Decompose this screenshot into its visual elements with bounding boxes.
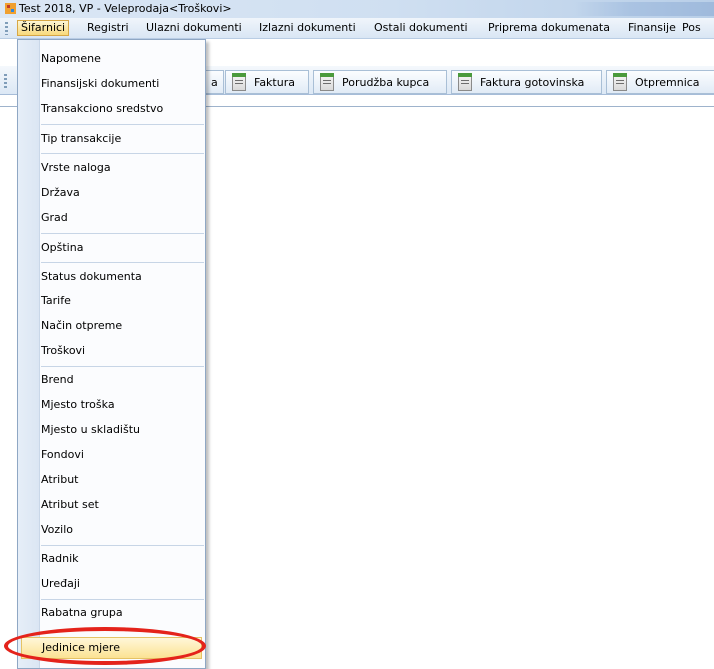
toolbar-button-label: Faktura gotovinska	[480, 75, 585, 89]
menu-separator	[41, 366, 204, 367]
toolbar-button-porudzba-kupca[interactable]: Porudžba kupca	[313, 70, 447, 94]
menu-sifarnici[interactable]: Šifarnici	[17, 20, 70, 36]
menu-item-radnik[interactable]: Radnik	[41, 548, 79, 570]
menu-ulazni-dokumenti[interactable]: Ulazni dokumenti	[144, 20, 244, 36]
menu-priprema-dokumenata[interactable]: Priprema dokumenata	[486, 20, 612, 36]
window-title: Test 2018, VP - Veleprodaja<Troškovi>	[19, 2, 232, 15]
menu-item-atribut-set[interactable]: Atribut set	[41, 494, 99, 516]
toolbar-grip[interactable]	[4, 74, 7, 88]
toolbar-button-faktura[interactable]: Faktura	[225, 70, 309, 94]
title-bar: Test 2018, VP - Veleprodaja<Troškovi>	[0, 0, 714, 18]
toolbar-button-label: Porudžba kupca	[342, 75, 430, 89]
document-icon	[320, 73, 334, 91]
menu-item-nacin-otpreme[interactable]: Način otpreme	[41, 315, 122, 337]
menu-item-opstina[interactable]: Opština	[41, 237, 83, 259]
menu-separator	[41, 153, 204, 154]
toolbar-button-otpremnica[interactable]: Otpremnica	[606, 70, 714, 94]
document-icon	[458, 73, 472, 91]
menu-pos[interactable]: Pos	[680, 20, 703, 36]
menu-item-mjesto-troska[interactable]: Mjesto troška	[41, 394, 115, 416]
toolbar-button-label: Faktura	[254, 75, 295, 89]
menu-separator	[41, 124, 204, 125]
menu-item-vrste-naloga[interactable]: Vrste naloga	[41, 157, 111, 179]
document-icon	[613, 73, 627, 91]
menu-item-vozilo[interactable]: Vozilo	[41, 519, 73, 541]
menu-item-atribut[interactable]: Atribut	[41, 469, 79, 491]
menu-item-rabatna-grupa[interactable]: Rabatna grupa	[41, 602, 123, 624]
menu-separator	[41, 262, 204, 263]
menu-separator	[41, 599, 204, 600]
toolbar-button-faktura-gotovinska[interactable]: Faktura gotovinska	[451, 70, 602, 94]
title-bar-controls	[574, 2, 714, 16]
menu-separator	[41, 233, 204, 234]
menu-item-transakciono-sredstvo[interactable]: Transakciono sredstvo	[41, 98, 163, 120]
menu-icon-gutter	[18, 40, 40, 668]
menu-item-troskovi[interactable]: Troškovi	[41, 340, 85, 362]
toolbar-button-label: a	[211, 75, 218, 89]
menu-item-grad[interactable]: Grad	[41, 207, 68, 229]
menu-item-napomene[interactable]: Napomene	[41, 48, 101, 70]
app-icon	[5, 3, 16, 14]
sifarnici-dropdown-menu: Napomene Finansijski dokumenti Transakci…	[17, 39, 206, 669]
menubar-grip[interactable]	[5, 22, 8, 35]
menu-ostali-dokumenti[interactable]: Ostali dokumenti	[372, 20, 470, 36]
document-icon	[232, 73, 246, 91]
menu-registri[interactable]: Registri	[85, 20, 131, 36]
menu-item-finansijski-dokumenti[interactable]: Finansijski dokumenti	[41, 73, 159, 95]
menu-separator	[41, 545, 204, 546]
annotation-highlight-ring	[4, 627, 206, 665]
toolbar-button-label: Otpremnica	[635, 75, 700, 89]
menu-finansije[interactable]: Finansije	[626, 20, 678, 36]
menu-item-status-dokumenta[interactable]: Status dokumenta	[41, 266, 142, 288]
menu-item-tip-transakcije[interactable]: Tip transakcije	[41, 128, 121, 150]
menu-item-tarife[interactable]: Tarife	[41, 290, 71, 312]
menu-item-uredjaji[interactable]: Uređaji	[41, 573, 80, 595]
menu-item-mjesto-u-skladistu[interactable]: Mjesto u skladištu	[41, 419, 140, 441]
menu-izlazni-dokumenti[interactable]: Izlazni dokumenti	[257, 20, 358, 36]
menu-item-drzava[interactable]: Država	[41, 182, 80, 204]
menu-bar: Šifarnici Registri Ulazni dokumenti Izla…	[0, 18, 714, 39]
menu-item-brend[interactable]: Brend	[41, 369, 74, 391]
menu-item-fondovi[interactable]: Fondovi	[41, 444, 84, 466]
